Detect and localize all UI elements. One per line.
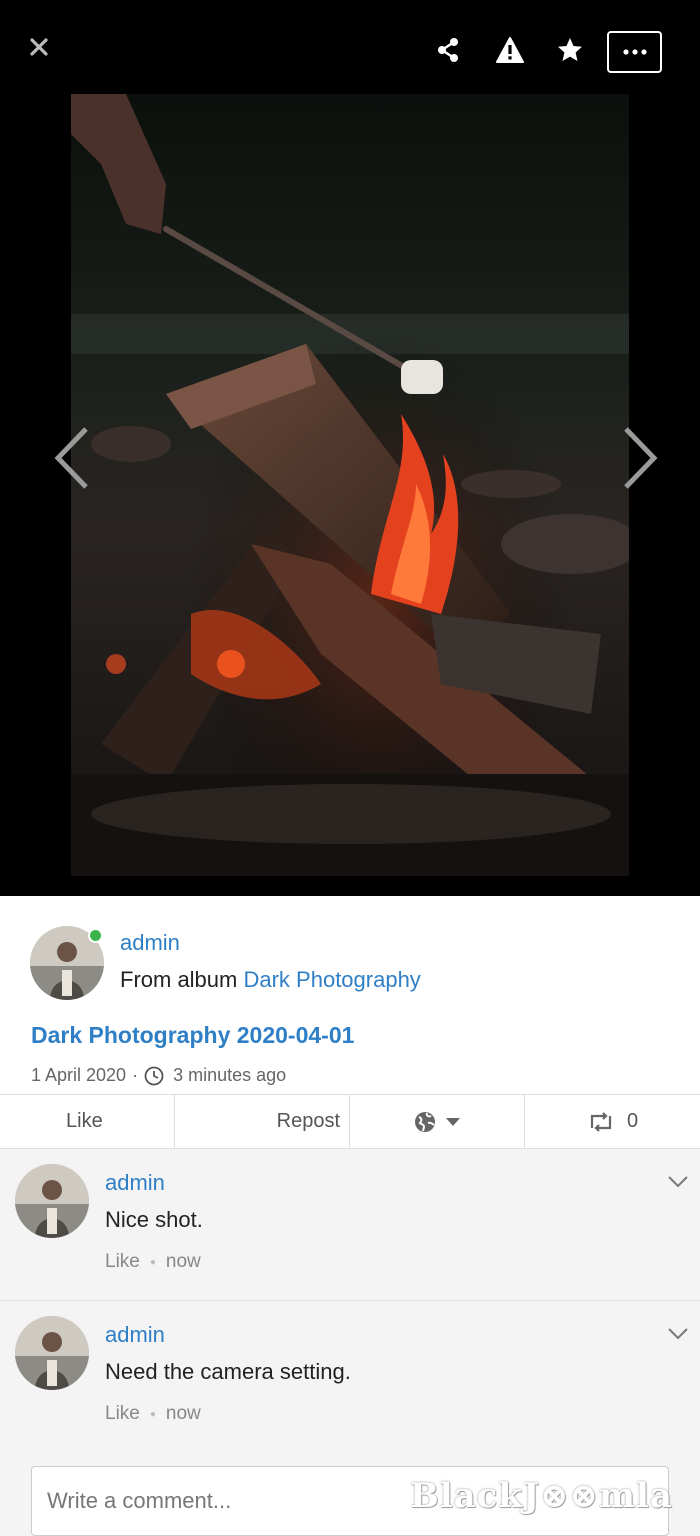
online-status-dot <box>88 928 103 943</box>
meta-dot: ● <box>149 1408 156 1420</box>
favorite-button[interactable] <box>550 30 590 70</box>
privacy-dropdown[interactable] <box>350 1095 525 1148</box>
close-button[interactable] <box>22 30 56 64</box>
chevron-down-icon[interactable] <box>668 1175 688 1189</box>
action-bar: Like Repost 0 <box>0 1094 700 1149</box>
globe-icon <box>415 1111 435 1132</box>
campfire-image <box>71 94 629 876</box>
more-icon <box>622 49 647 55</box>
repost-button[interactable]: Repost <box>175 1095 350 1148</box>
album-line: From album Dark Photography <box>120 967 421 993</box>
previous-arrow-icon[interactable] <box>50 425 94 491</box>
retweet-icon <box>590 1111 612 1132</box>
report-button[interactable] <box>490 30 530 70</box>
avatar-image <box>15 1316 89 1390</box>
warning-icon <box>496 37 524 63</box>
like-label: Like <box>66 1110 103 1132</box>
share-icon <box>438 38 458 62</box>
photo-viewer <box>0 0 700 896</box>
repost-count-value: 0 <box>626 1110 639 1132</box>
comment-divider <box>0 1300 700 1301</box>
comment-meta: Like ● now <box>105 1251 201 1273</box>
share-button[interactable] <box>428 30 468 70</box>
viewer-toolbar <box>0 0 700 94</box>
chevron-down-icon[interactable] <box>668 1327 688 1341</box>
caret-down-icon <box>446 1117 460 1126</box>
comment-author-link[interactable]: admin <box>105 1170 165 1196</box>
meta-dot: ● <box>149 1256 156 1268</box>
next-arrow-icon[interactable] <box>618 425 662 491</box>
album-link[interactable]: Dark Photography <box>243 967 420 992</box>
star-icon <box>558 38 582 61</box>
comment-time: now <box>165 1403 201 1424</box>
repost-label: Repost <box>276 1110 340 1132</box>
comment-text: Need the camera setting. <box>105 1359 351 1384</box>
post-time-ago: 3 minutes ago <box>173 1065 287 1085</box>
photo-title[interactable]: Dark Photography 2020-04-01 <box>31 1022 354 1049</box>
comment-meta: Like ● now <box>105 1403 201 1425</box>
post-date: 1 April 2020 <box>31 1065 127 1085</box>
avatar-image <box>15 1164 89 1238</box>
comment-author-link[interactable]: admin <box>105 1322 165 1348</box>
post-meta: 1 April 2020 · 3 minutes ago <box>31 1065 286 1086</box>
comment-item: admin Need the camera setting. Like ● no… <box>0 1301 700 1451</box>
comment-item: admin Nice shot. Like ● now <box>0 1149 700 1299</box>
watermark-logo: BlackJ⊗⊗mla <box>410 1476 673 1516</box>
repost-count[interactable]: 0 <box>525 1095 700 1148</box>
photo-campfire <box>71 94 629 876</box>
meta-separator: · <box>132 1065 139 1085</box>
comment-like-button[interactable]: Like <box>105 1403 140 1425</box>
clock-icon <box>144 1066 164 1085</box>
post-author-link[interactable]: admin <box>120 930 180 956</box>
comment-avatar[interactable] <box>15 1164 89 1238</box>
comment-time: now <box>165 1251 201 1272</box>
from-album-label: From album <box>120 967 238 992</box>
comment-like-button[interactable]: Like <box>105 1251 140 1273</box>
comment-avatar[interactable] <box>15 1316 89 1390</box>
more-button[interactable] <box>607 31 662 73</box>
comments-section: admin Nice shot. Like ● now admin Need t… <box>0 1149 700 1516</box>
like-button[interactable]: Like <box>0 1095 175 1148</box>
comment-text: Nice shot. <box>105 1207 203 1232</box>
close-icon <box>30 38 48 56</box>
